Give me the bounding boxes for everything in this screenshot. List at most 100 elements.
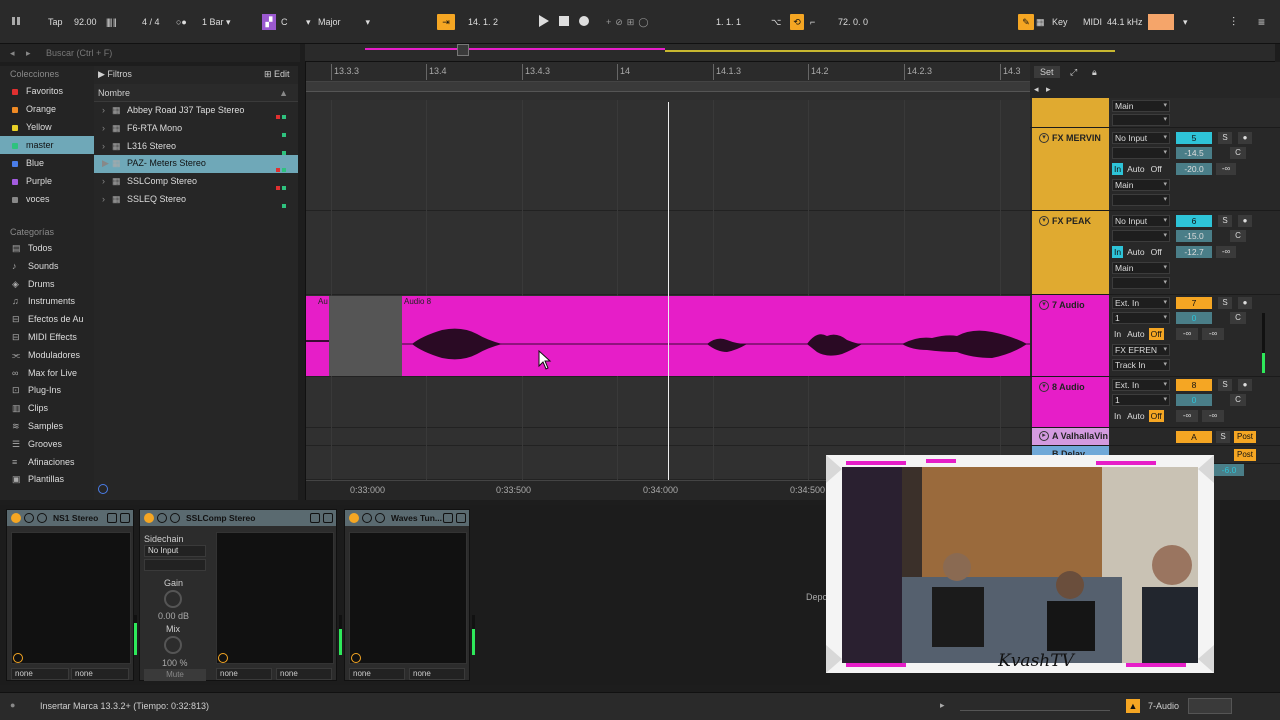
draw-mode-button[interactable]: ✎	[1018, 14, 1034, 30]
solo-button[interactable]: S	[1218, 297, 1232, 309]
monitor-off[interactable]: Off	[1149, 163, 1164, 175]
monitor-off[interactable]: Off	[1149, 246, 1164, 258]
monitor-switch[interactable]: In Auto Off	[1112, 410, 1166, 422]
send-b-field[interactable]: -∞	[1216, 163, 1236, 175]
quantize-menu[interactable]: 1 Bar ▾	[202, 14, 231, 30]
input-type-select[interactable]: Ext. In	[1112, 379, 1170, 391]
save-icon[interactable]	[456, 513, 466, 523]
link-icon[interactable]	[10, 14, 24, 30]
metronome-icon[interactable]: ○●	[176, 14, 187, 30]
monitor-off[interactable]: Off	[1148, 328, 1164, 340]
monitor-off[interactable]: Off	[1148, 410, 1164, 422]
chevron-right-icon[interactable]: ›	[102, 138, 112, 156]
output-select[interactable]: Main	[1112, 262, 1170, 274]
loop-length[interactable]: 72. 0. 0	[838, 14, 896, 30]
volume-field[interactable]: -14.5	[1176, 147, 1212, 159]
midi-map-button[interactable]: MIDI	[1083, 14, 1102, 30]
punch-out-icon[interactable]: ⌐	[810, 14, 815, 30]
category-item[interactable]: ☰ Grooves	[0, 436, 94, 454]
category-item[interactable]: ▤ Todos	[0, 240, 94, 258]
edit-icon[interactable]	[310, 513, 320, 523]
play-button[interactable]	[538, 14, 550, 30]
track-header-return-a[interactable]: ▸ A ValhallaVin A S Post	[1030, 428, 1280, 446]
input-channel-select[interactable]: 1	[1112, 394, 1170, 406]
monitor-in[interactable]: In	[1112, 410, 1123, 422]
pan-field[interactable]: C	[1230, 394, 1246, 406]
macro-select[interactable]: none	[276, 668, 332, 680]
locator-bar[interactable]	[306, 82, 1031, 92]
scroll-left-icon[interactable]: ◂	[1034, 84, 1039, 95]
menu-icon[interactable]: ≡	[1258, 14, 1265, 30]
stop-button[interactable]	[558, 14, 570, 30]
filters-toggle[interactable]: ▶ Filtros	[98, 69, 132, 80]
output-channel-select[interactable]	[1112, 114, 1170, 126]
computer-keyboard-icon[interactable]: ▦	[1036, 14, 1045, 30]
solo-button[interactable]: S	[1218, 215, 1232, 227]
chevron-right-icon[interactable]: ›	[102, 120, 112, 138]
category-item[interactable]: ∞ Max for Live	[0, 365, 94, 383]
edit-icon[interactable]	[107, 513, 117, 523]
hotswap-icon[interactable]	[98, 484, 108, 494]
output-channel-select[interactable]: Track In	[1112, 359, 1170, 371]
scroll-right-icon[interactable]: ▸	[1046, 84, 1051, 95]
arm-button[interactable]: ●	[1238, 379, 1252, 391]
time-signature[interactable]: 4 / 4	[142, 14, 160, 30]
search-input[interactable]: Buscar (Ctrl + F)	[46, 48, 112, 58]
track-name[interactable]: A ValhallaVin	[1052, 431, 1108, 441]
track-header-fx-mervin[interactable]: ▾ FX MERVIN No Input 5 S ● -14.5 C InAut…	[1030, 128, 1280, 211]
expand-icon[interactable]: ⤢	[1070, 67, 1077, 78]
chevron-right-icon[interactable]: ›	[102, 191, 112, 209]
browser-file-item[interactable]: › ▦ SSLComp Stereo	[94, 173, 298, 191]
output-channel-select[interactable]	[1112, 194, 1170, 206]
fold-icon[interactable]	[157, 513, 167, 523]
browser-file-item[interactable]: › ▦ L316 Stereo	[94, 138, 298, 156]
play-icon[interactable]: ▸	[940, 700, 945, 711]
browser-file-item[interactable]: › ▦ F6-RTA Mono	[94, 120, 298, 138]
pan-field[interactable]: C	[1230, 147, 1246, 159]
plugin-icon[interactable]	[170, 513, 180, 523]
fold-icon[interactable]	[362, 513, 372, 523]
output-select[interactable]: Main	[1112, 100, 1170, 112]
fold-icon[interactable]	[24, 513, 34, 523]
scale-mode-icon[interactable]: ▞	[262, 14, 276, 30]
send-b-field[interactable]: -∞	[1216, 246, 1236, 258]
sort-icon[interactable]: ▲	[279, 88, 288, 98]
mute-button[interactable]: Mute	[144, 669, 206, 681]
output-select[interactable]: FX EFREN	[1112, 344, 1170, 356]
input-type-select[interactable]: No Input	[1112, 215, 1170, 227]
key-map-button[interactable]: Key	[1052, 14, 1068, 30]
master-volume-field[interactable]: -6.0	[1214, 464, 1244, 476]
edit-button[interactable]: ⊞ Edit	[264, 69, 290, 80]
collection-item[interactable]: voces	[0, 190, 94, 208]
browser-file-item[interactable]: › ▦ SSLEQ Stereo	[94, 191, 298, 209]
monitor-switch[interactable]: In Auto Off	[1112, 328, 1166, 340]
chevron-right-icon[interactable]: ›	[102, 173, 112, 191]
punch-in-icon[interactable]: ⌥	[771, 14, 781, 30]
track-name[interactable]: FX MERVIN	[1052, 133, 1101, 143]
scale-select[interactable]: Major ▾	[318, 14, 374, 30]
monitor-auto[interactable]: Auto	[1125, 163, 1147, 175]
arm-button[interactable]: ●	[1238, 215, 1252, 227]
chevron-right-icon[interactable]: ›	[102, 102, 112, 120]
mix-knob[interactable]	[164, 636, 182, 654]
fold-icon[interactable]: ▾	[1039, 133, 1049, 143]
monitor-switch[interactable]: In Auto Off	[1112, 246, 1166, 258]
pan-field[interactable]: C	[1230, 230, 1246, 242]
category-item[interactable]: ⫘ Moduladores	[0, 347, 94, 365]
post-button[interactable]: Post	[1234, 431, 1256, 443]
monitor-in[interactable]: In	[1112, 163, 1124, 175]
tap-button[interactable]: Tap	[48, 14, 63, 30]
collection-item[interactable]: Purple	[0, 172, 94, 190]
return-activator[interactable]: A	[1176, 431, 1212, 443]
edit-icon[interactable]	[443, 513, 453, 523]
knob-icon[interactable]	[13, 653, 23, 663]
macro-select[interactable]: none	[409, 668, 465, 680]
track-activator[interactable]: 5	[1176, 132, 1212, 144]
chevron-down-icon[interactable]: ▾	[1183, 14, 1188, 30]
key-root-select[interactable]: C	[281, 14, 288, 30]
record-button[interactable]	[577, 14, 591, 30]
lock-icon[interactable]: 🔒︎	[1092, 67, 1097, 78]
track-name[interactable]: FX PEAK	[1052, 216, 1091, 226]
category-item[interactable]: ⊟ MIDI Effects	[0, 329, 94, 347]
nudge-icon[interactable]: |||| ||	[106, 14, 116, 30]
